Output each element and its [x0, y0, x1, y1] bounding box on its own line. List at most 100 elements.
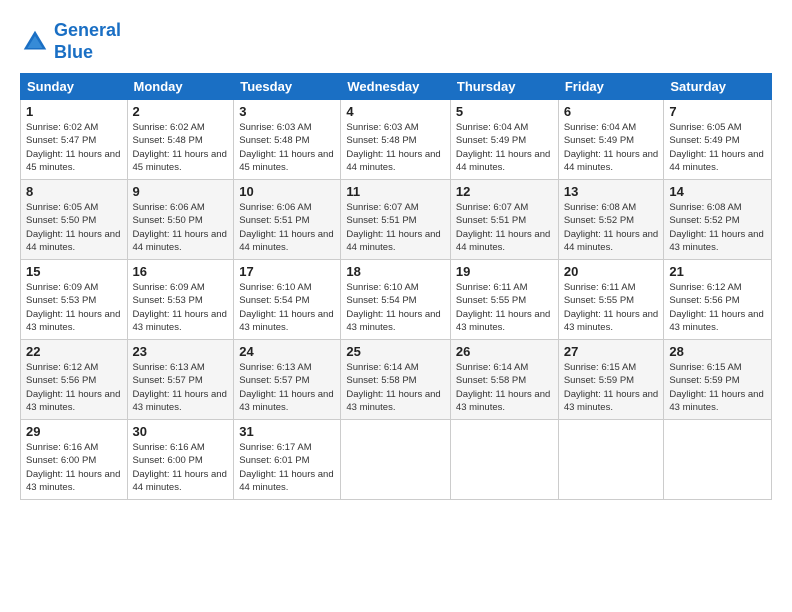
calendar-cell: 10 Sunrise: 6:06 AMSunset: 5:51 PMDayligh… [234, 180, 341, 260]
calendar-cell [341, 420, 451, 500]
day-number: 22 [26, 344, 122, 359]
day-info: Sunrise: 6:05 AMSunset: 5:50 PMDaylight:… [26, 201, 122, 254]
calendar-cell: 20 Sunrise: 6:11 AMSunset: 5:55 PMDayligh… [558, 260, 664, 340]
calendar-cell: 31Sunrise: 6:17 AMSunset: 6:01 PMDayligh… [234, 420, 341, 500]
calendar-cell: 6Sunrise: 6:04 AMSunset: 5:49 PMDaylight… [558, 100, 664, 180]
col-monday: Monday [127, 74, 234, 100]
logo: General Blue [20, 20, 121, 63]
day-number: 17 [239, 264, 335, 279]
calendar-cell: 14 Sunrise: 6:08 AMSunset: 5:52 PMDayligh… [664, 180, 772, 260]
logo-blue: Blue [54, 42, 121, 64]
day-info: Sunrise: 6:13 AMSunset: 5:57 PMDaylight:… [133, 361, 229, 414]
day-info: Sunrise: 6:03 AMSunset: 5:48 PMDaylight:… [239, 121, 335, 174]
col-thursday: Thursday [450, 74, 558, 100]
day-info: Sunrise: 6:13 AMSunset: 5:57 PMDaylight:… [239, 361, 335, 414]
day-number: 7 [669, 104, 766, 119]
day-number: 4 [346, 104, 445, 119]
day-number: 8 [26, 184, 122, 199]
day-info: Sunrise: 6:02 AMSunset: 5:48 PMDaylight:… [133, 121, 229, 174]
day-info: Sunrise: 6:09 AMSunset: 5:53 PMDaylight:… [133, 281, 229, 334]
calendar-cell: 27 Sunrise: 6:15 AMSunset: 5:59 PMDayligh… [558, 340, 664, 420]
calendar-cell: 28 Sunrise: 6:15 AMSunset: 5:59 PMDayligh… [664, 340, 772, 420]
calendar-body: 1 Sunrise: 6:02 AMSunset: 5:47 PMDaylight… [21, 100, 772, 500]
calendar-cell: 25 Sunrise: 6:14 AMSunset: 5:58 PMDayligh… [341, 340, 451, 420]
day-number: 14 [669, 184, 766, 199]
day-info: Sunrise: 6:02 AMSunset: 5:47 PMDaylight:… [26, 121, 122, 174]
calendar-cell: 30 Sunrise: 6:16 AMSunset: 6:00 PMDayligh… [127, 420, 234, 500]
calendar-cell: 13 Sunrise: 6:08 AMSunset: 5:52 PMDayligh… [558, 180, 664, 260]
calendar-cell [558, 420, 664, 500]
day-number: 15 [26, 264, 122, 279]
day-info: Sunrise: 6:03 AMSunset: 5:48 PMDaylight:… [346, 121, 445, 174]
day-info: Sunrise: 6:15 AMSunset: 5:59 PMDaylight:… [669, 361, 766, 414]
calendar-cell: 26 Sunrise: 6:14 AMSunset: 5:58 PMDayligh… [450, 340, 558, 420]
calendar-cell: 4 Sunrise: 6:03 AMSunset: 5:48 PMDaylight… [341, 100, 451, 180]
calendar-cell [450, 420, 558, 500]
day-info: Sunrise: 6:11 AMSunset: 5:55 PMDaylight:… [456, 281, 553, 334]
day-number: 16 [133, 264, 229, 279]
day-info: Sunrise: 6:11 AMSunset: 5:55 PMDaylight:… [564, 281, 659, 334]
day-number: 1 [26, 104, 122, 119]
col-sunday: Sunday [21, 74, 128, 100]
day-number: 31 [239, 424, 335, 439]
day-info: Sunrise: 6:12 AMSunset: 5:56 PMDaylight:… [26, 361, 122, 414]
day-info: Sunrise: 6:15 AMSunset: 5:59 PMDaylight:… [564, 361, 659, 414]
calendar-week-row: 8 Sunrise: 6:05 AMSunset: 5:50 PMDaylight… [21, 180, 772, 260]
calendar-cell: 7Sunrise: 6:05 AMSunset: 5:49 PMDaylight… [664, 100, 772, 180]
calendar-cell: 29 Sunrise: 6:16 AMSunset: 6:00 PMDayligh… [21, 420, 128, 500]
calendar-week-row: 29 Sunrise: 6:16 AMSunset: 6:00 PMDayligh… [21, 420, 772, 500]
day-number: 23 [133, 344, 229, 359]
day-number: 30 [133, 424, 229, 439]
day-info: Sunrise: 6:08 AMSunset: 5:52 PMDaylight:… [669, 201, 766, 254]
calendar-week-row: 1 Sunrise: 6:02 AMSunset: 5:47 PMDaylight… [21, 100, 772, 180]
calendar-cell: 16 Sunrise: 6:09 AMSunset: 5:53 PMDayligh… [127, 260, 234, 340]
day-number: 10 [239, 184, 335, 199]
calendar-cell: 3 Sunrise: 6:03 AMSunset: 5:48 PMDaylight… [234, 100, 341, 180]
day-info: Sunrise: 6:06 AMSunset: 5:51 PMDaylight:… [239, 201, 335, 254]
calendar-cell: 24 Sunrise: 6:13 AMSunset: 5:57 PMDayligh… [234, 340, 341, 420]
day-info: Sunrise: 6:16 AMSunset: 6:00 PMDaylight:… [133, 441, 229, 494]
day-number: 25 [346, 344, 445, 359]
logo-icon [20, 27, 50, 57]
page: General Blue Sunday Monday Tuesday Wedne… [0, 0, 792, 612]
day-info: Sunrise: 6:10 AMSunset: 5:54 PMDaylight:… [346, 281, 445, 334]
day-number: 24 [239, 344, 335, 359]
day-info: Sunrise: 6:14 AMSunset: 5:58 PMDaylight:… [346, 361, 445, 414]
calendar-cell: 18Sunrise: 6:10 AMSunset: 5:54 PMDayligh… [341, 260, 451, 340]
calendar-cell: 12Sunrise: 6:07 AMSunset: 5:51 PMDayligh… [450, 180, 558, 260]
day-number: 3 [239, 104, 335, 119]
day-number: 29 [26, 424, 122, 439]
calendar-cell: 8 Sunrise: 6:05 AMSunset: 5:50 PMDaylight… [21, 180, 128, 260]
day-info: Sunrise: 6:07 AMSunset: 5:51 PMDaylight:… [456, 201, 553, 254]
calendar-cell: 15Sunrise: 6:09 AMSunset: 5:53 PMDayligh… [21, 260, 128, 340]
calendar-cell: 23 Sunrise: 6:13 AMSunset: 5:57 PMDayligh… [127, 340, 234, 420]
day-number: 6 [564, 104, 659, 119]
day-number: 11 [346, 184, 445, 199]
header: General Blue [20, 20, 772, 63]
day-number: 9 [133, 184, 229, 199]
calendar-cell: 21Sunrise: 6:12 AMSunset: 5:56 PMDayligh… [664, 260, 772, 340]
day-number: 28 [669, 344, 766, 359]
calendar-cell: 11 Sunrise: 6:07 AMSunset: 5:51 PMDayligh… [341, 180, 451, 260]
day-number: 5 [456, 104, 553, 119]
calendar-cell: 22 Sunrise: 6:12 AMSunset: 5:56 PMDayligh… [21, 340, 128, 420]
day-info: Sunrise: 6:08 AMSunset: 5:52 PMDaylight:… [564, 201, 659, 254]
day-info: Sunrise: 6:10 AMSunset: 5:54 PMDaylight:… [239, 281, 335, 334]
day-info: Sunrise: 6:12 AMSunset: 5:56 PMDaylight:… [669, 281, 766, 334]
day-info: Sunrise: 6:14 AMSunset: 5:58 PMDaylight:… [456, 361, 553, 414]
day-number: 13 [564, 184, 659, 199]
day-number: 27 [564, 344, 659, 359]
day-number: 26 [456, 344, 553, 359]
day-info: Sunrise: 6:06 AMSunset: 5:50 PMDaylight:… [133, 201, 229, 254]
day-number: 20 [564, 264, 659, 279]
calendar-cell: 9 Sunrise: 6:06 AMSunset: 5:50 PMDaylight… [127, 180, 234, 260]
col-wednesday: Wednesday [341, 74, 451, 100]
logo-text: General Blue [54, 20, 121, 63]
calendar-cell: 1 Sunrise: 6:02 AMSunset: 5:47 PMDaylight… [21, 100, 128, 180]
calendar-header-row: Sunday Monday Tuesday Wednesday Thursday… [21, 74, 772, 100]
col-saturday: Saturday [664, 74, 772, 100]
day-info: Sunrise: 6:07 AMSunset: 5:51 PMDaylight:… [346, 201, 445, 254]
calendar-week-row: 15 Sunrise: 6:09 AMSunset: 5:53 PMDayligh… [21, 260, 772, 340]
day-info: Sunrise: 6:16 AMSunset: 6:00 PMDaylight:… [26, 441, 122, 494]
day-number: 19 [456, 264, 553, 279]
